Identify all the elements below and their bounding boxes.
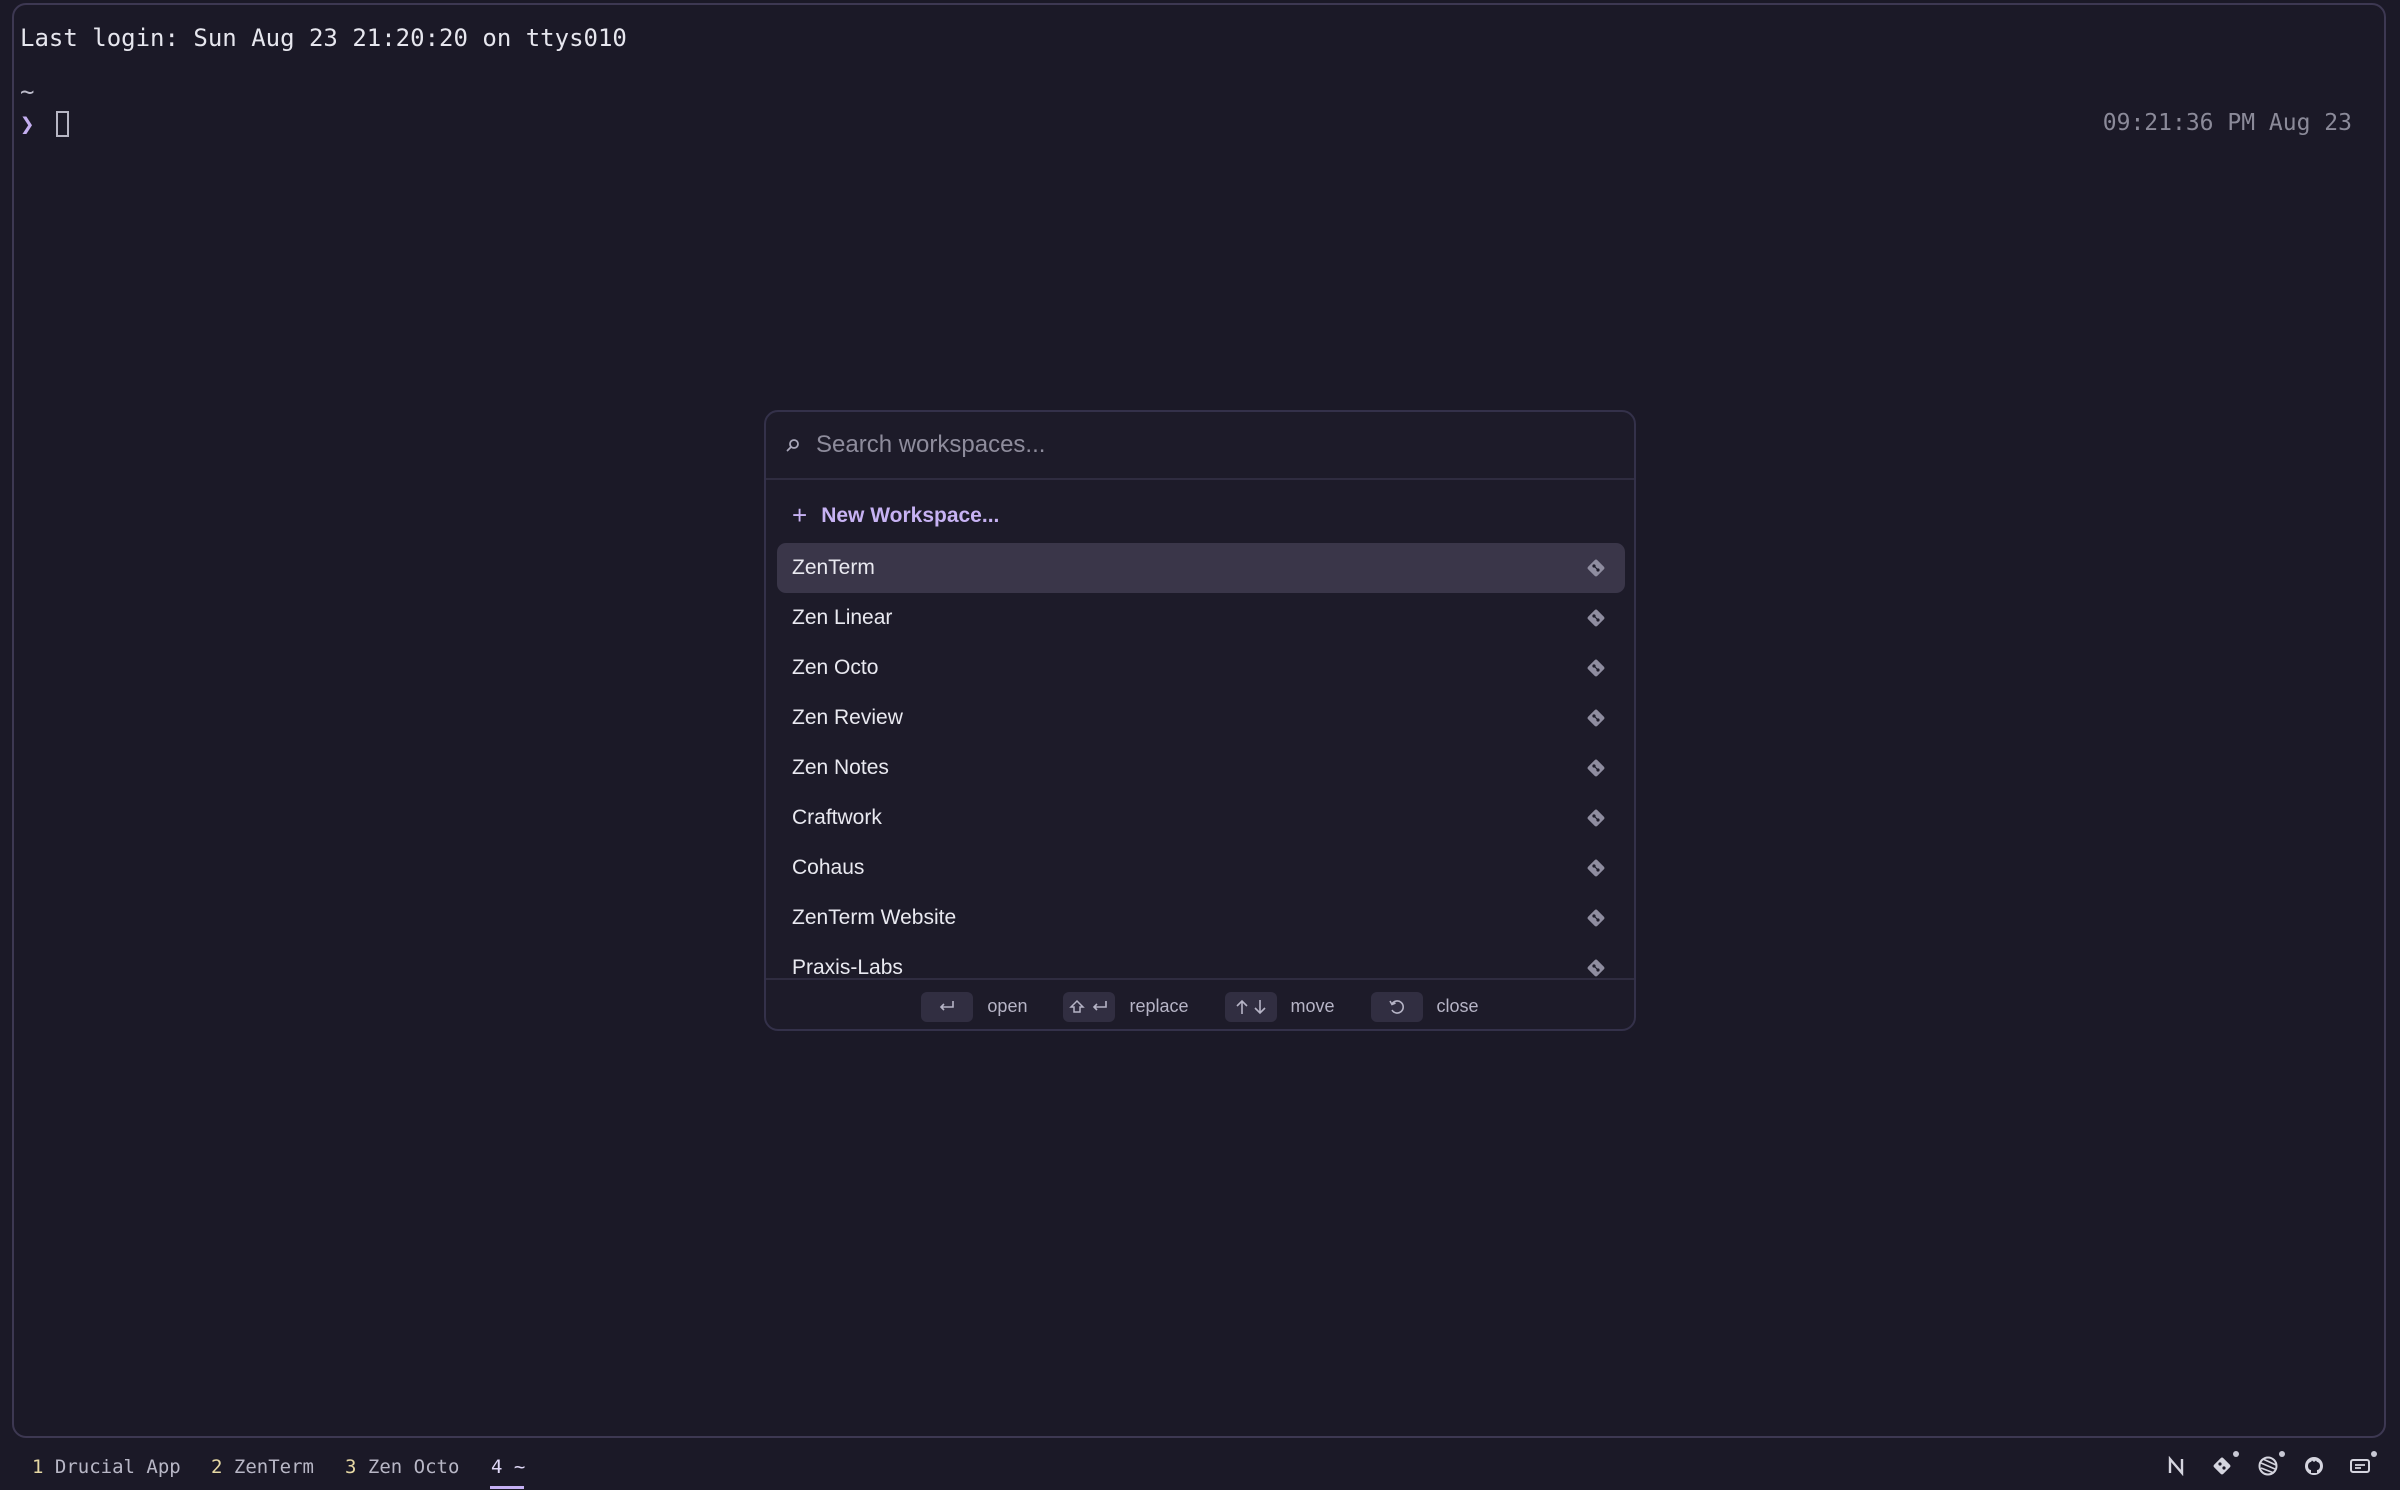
tab-label: ZenTerm [233, 1456, 314, 1478]
active-tab-indicator [490, 1486, 524, 1489]
workspace-name: ZenTerm [792, 556, 875, 579]
workspace-name: Zen Notes [792, 756, 889, 779]
workspace-name: Praxis-Labs [792, 956, 903, 979]
hint-replace-label: replace [1129, 996, 1189, 1016]
git-icon [1585, 957, 1607, 979]
tab-label: ~ [513, 1456, 526, 1478]
workspace-name: Zen Linear [792, 606, 893, 629]
arrow-up-icon [1235, 999, 1248, 1014]
workspace-item-cohaus[interactable]: Cohaus [777, 843, 1625, 893]
workspace-list: ZenTerm Zen Linear Zen Octo Zen Review Z… [777, 543, 1625, 993]
search-input[interactable] [814, 430, 1578, 460]
workspace-name: Zen Review [792, 706, 903, 729]
git-icon [1585, 707, 1607, 729]
shift-enter-key [1063, 991, 1116, 1022]
github-icon[interactable] [2302, 1454, 2326, 1478]
hint-move: move [1224, 991, 1335, 1022]
new-workspace-label: New Workspace... [821, 503, 1000, 527]
tab-zen-octo[interactable]: 3 Zen Octo [345, 1456, 459, 1478]
git-icon [1585, 807, 1607, 829]
tab-number: 2 [211, 1456, 223, 1478]
escape-icon [1388, 999, 1404, 1014]
return-icon [1093, 1000, 1108, 1011]
arrow-down-icon [1253, 999, 1266, 1014]
workspace-switcher-modal: + New Workspace... ZenTerm Zen Linear Ze… [764, 410, 1636, 1031]
notification-dot [2279, 1451, 2285, 1457]
hint-replace: replace [1063, 991, 1189, 1022]
status-icons [2164, 1451, 2377, 1478]
workspace-name: Craftwork [792, 806, 882, 829]
hint-close: close [1370, 991, 1479, 1022]
tab-label: Zen Octo [367, 1456, 460, 1478]
tab-number: 1 [32, 1456, 44, 1478]
git-icon [1585, 907, 1607, 929]
search-icon [786, 437, 802, 453]
tab-drucial-app[interactable]: 1 Drucial App [32, 1456, 181, 1478]
tab-zenterm[interactable]: 2 ZenTerm [211, 1456, 314, 1478]
tab-number: 3 [345, 1456, 357, 1478]
workspace-item-zenterm-website[interactable]: ZenTerm Website [777, 893, 1625, 943]
workspace-name: ZenTerm Website [792, 906, 957, 929]
globe-icon[interactable] [2256, 1451, 2285, 1478]
workspace-name: Cohaus [792, 856, 865, 879]
hint-open-label: open [987, 996, 1028, 1016]
last-login-line: Last login: Sun Aug 23 21:20:20 on ttys0… [20, 24, 627, 52]
workspace-item-zen-octo[interactable]: Zen Octo [777, 643, 1625, 693]
tab-number: 4 [491, 1456, 503, 1478]
notification-dot [2233, 1451, 2239, 1457]
workspace-item-zenterm[interactable]: ZenTerm [777, 543, 1625, 593]
shortcut-hints: open replace move close [766, 978, 1634, 1029]
escape-key [1370, 991, 1423, 1022]
enter-key [921, 991, 974, 1022]
hint-open: open [921, 991, 1028, 1022]
n-icon[interactable] [2164, 1454, 2188, 1478]
terminal-cursor[interactable] [56, 111, 69, 137]
search-bar [766, 412, 1634, 480]
workspace-item-zen-linear[interactable]: Zen Linear [777, 593, 1625, 643]
tab-home[interactable]: 4 ~ [491, 1456, 525, 1478]
git-icon [1585, 657, 1607, 679]
shift-icon [1069, 999, 1086, 1013]
workspace-item-zen-review[interactable]: Zen Review [777, 693, 1625, 743]
git-icon [1585, 607, 1607, 629]
hint-move-label: move [1290, 996, 1335, 1016]
workspace-item-zen-notes[interactable]: Zen Notes [777, 743, 1625, 793]
tab-bar: 1 Drucial App 2 ZenTerm 3 Zen Octo 4 ~ [0, 1448, 2400, 1490]
hint-close-label: close [1436, 996, 1479, 1016]
prompt-clock: 09:21:36 PM Aug 23 [2102, 110, 2352, 136]
arrow-keys [1224, 991, 1277, 1022]
workspace-item-craftwork[interactable]: Craftwork [777, 793, 1625, 843]
prompt-symbol: ❯ [20, 110, 35, 138]
plus-icon: + [792, 500, 808, 530]
tab-label: Drucial App [54, 1456, 181, 1478]
workspace-name: Zen Octo [792, 656, 879, 679]
display-icon[interactable] [2348, 1451, 2377, 1478]
git-icon [1585, 557, 1607, 579]
new-workspace-button[interactable]: + New Workspace... [792, 500, 999, 531]
return-icon [940, 1000, 955, 1011]
git-icon[interactable] [2210, 1451, 2239, 1478]
notification-dot [2371, 1451, 2377, 1457]
current-directory: ~ [20, 78, 35, 106]
git-icon [1585, 857, 1607, 879]
git-icon [1585, 757, 1607, 779]
